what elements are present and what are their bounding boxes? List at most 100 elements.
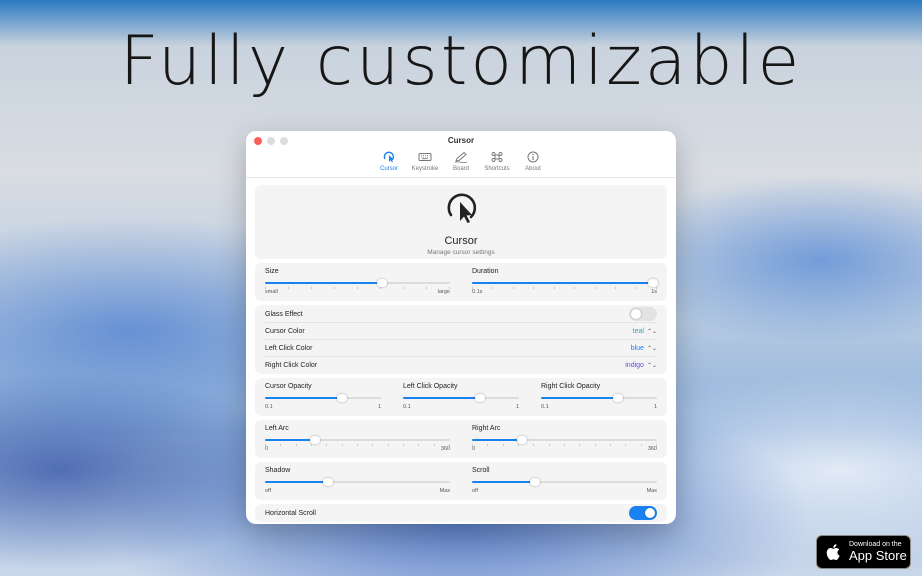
glass-effect-label: Glass Effect [265,310,303,318]
scroll-min-label: off [472,488,479,494]
slider-fill [265,481,328,483]
tab-shortcuts[interactable]: Shortcuts [482,147,512,177]
tab-board[interactable]: Board [446,147,476,177]
tab-keystroke[interactable]: Keystroke [410,147,440,177]
tick-mark [512,287,514,289]
slider-thumb[interactable] [376,279,387,287]
right-click-opacity-label: Right Click Opacity [541,383,601,390]
tick-mark [533,287,535,289]
tick-mark [311,287,312,289]
right-click-opacity-control: Right Click Opacity 0.1 1 [541,383,657,412]
slider-thumb[interactable] [336,394,347,402]
apple-logo-icon [826,544,840,560]
duration-max-label: 1s [651,289,657,295]
slider-fill [472,481,535,483]
chevron-updown-icon: ⌃⌄ [646,328,657,335]
scroll-control: Scroll off Max [472,467,657,496]
left-arc-slider[interactable] [265,435,450,446]
tick-mark [655,444,657,446]
toggle-knob [631,309,641,319]
duration-slider[interactable] [472,278,659,289]
slider-thumb[interactable] [648,279,659,287]
settings-content: Cursor Manage cursor settings Size small… [246,178,676,524]
glass-effect-toggle[interactable] [629,307,657,321]
tick-mark [625,444,627,446]
slider-thumb[interactable] [516,436,527,444]
right-click-opacity-max-label: 1 [653,404,657,410]
tick-mark [594,444,596,446]
right-click-opacity-slider[interactable] [541,393,657,403]
right-arc-label: Right Arc [472,425,501,432]
slider-thumb[interactable] [474,394,485,402]
left-click-color-select[interactable]: blue ⌃⌄ [631,345,657,352]
slider-ticks [265,287,450,289]
cursor-opacity-control: Cursor Opacity 0.1 1 [265,383,381,412]
chevron-updown-icon: ⌃⌄ [646,362,657,369]
command-icon [491,152,503,162]
slider-thumb[interactable] [322,478,333,486]
headline: Fully customizable [119,22,803,101]
settings-window: Cursor Cursor Keystroke Board Shortcuts … [246,131,676,524]
tick-mark [655,287,657,289]
shadow-label: Shadow [265,467,291,474]
tick-mark [579,444,581,446]
tick-mark [280,444,282,446]
slider-thumb[interactable] [529,478,540,486]
cursor-opacity-min-label: 0.1 [265,404,273,410]
tick-mark [533,444,535,446]
right-arc-control: Right Arc 0 360 [472,425,657,454]
hero-subtitle: Manage cursor settings [427,249,495,256]
cursor-opacity-slider[interactable] [265,393,381,403]
hero-card: Cursor Manage cursor settings [255,185,667,259]
title-bar: Cursor [246,131,676,147]
tab-cursor[interactable]: Cursor [374,147,404,177]
slider-fill [541,397,618,399]
tick-mark [372,444,374,446]
tab-about[interactable]: About [518,147,548,177]
right-click-color-select[interactable]: indigo ⌃⌄ [625,362,657,369]
left-arc-label: Left Arc [265,425,289,432]
scroll-slider[interactable] [472,477,657,487]
size-slider[interactable] [265,278,450,289]
tick-mark [341,444,343,446]
shadow-slider[interactable] [265,477,450,487]
left-click-opacity-max-label: 1 [515,404,519,410]
toggle-knob [645,508,655,518]
slider-thumb[interactable] [309,436,320,444]
tick-mark [492,287,494,289]
cursor-opacity-label: Cursor Opacity [265,383,312,390]
pencil-icon [454,151,468,163]
app-store-line2: App Store [849,548,907,563]
tick-mark [265,287,266,289]
tick-mark [357,287,358,289]
cursor-click-icon [447,193,477,223]
chevron-updown-icon: ⌃⌄ [646,345,657,352]
info-icon [527,151,539,163]
duration-label: Duration [472,268,499,275]
right-arc-slider[interactable] [472,435,657,446]
scroll-max-label: Max [646,488,657,494]
window-title: Cursor [447,136,475,145]
tab-label: Cursor [379,166,398,172]
cursor-color-select[interactable]: teal ⌃⌄ [633,328,657,335]
right-click-opacity-min-label: 0.1 [541,404,549,410]
left-click-opacity-control: Left Click Opacity 0.1 1 [403,383,519,412]
left-click-opacity-slider[interactable] [403,393,519,403]
tick-mark [548,444,550,446]
tick-mark [326,444,328,446]
keyboard-icon [418,153,432,161]
slider-ticks [472,287,657,289]
horizontal-scroll-toggle[interactable] [629,506,657,520]
tick-mark [418,444,420,446]
slider-thumb[interactable] [612,394,623,402]
left-arc-control: Left Arc 0 360 [265,425,450,454]
slider-fill [265,397,342,399]
tick-mark [487,444,489,446]
options-section: Glass Effect Cursor Color teal ⌃⌄ Left Cl… [255,305,667,374]
tick-mark [563,444,565,446]
app-store-badge[interactable]: Download on the App Store [816,535,911,569]
right-click-color-row: Right Click Color indigo ⌃⌄ [265,357,657,373]
left-click-color-label: Left Click Color [265,344,313,352]
size-min-label: small [265,289,278,295]
shadow-scroll-section: Shadow off Max Scroll off Max [255,462,667,500]
